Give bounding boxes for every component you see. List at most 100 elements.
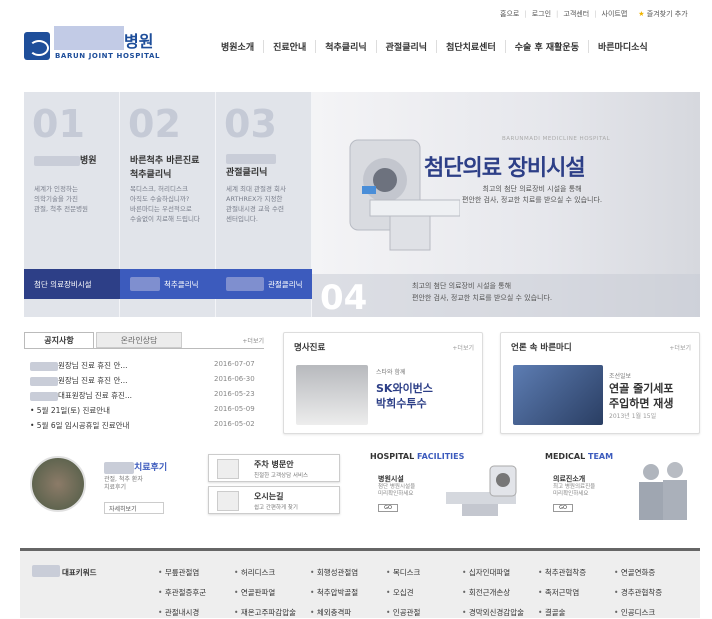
facilities-heading: HOSPITAL FACILITIES: [370, 452, 465, 461]
list-item[interactable]: • 5월 6일 임시공휴일 진료안내 2016-05-02: [24, 420, 264, 434]
nav-news[interactable]: 바른마디소식: [587, 40, 657, 53]
hero-num: 04: [320, 278, 368, 318]
doctor-avatar: [30, 456, 86, 512]
team-go-button[interactable]: GO: [553, 504, 573, 512]
tab-notice[interactable]: 공지사항: [24, 332, 94, 348]
keyword-link[interactable]: 인공디스크: [614, 607, 690, 618]
hero-subtitle: 최고의 첨단 의료장비 시설을 통해 편안한 검사, 정교한 치료를 받으실 수…: [462, 185, 603, 204]
home-link[interactable]: 홈으로: [500, 9, 519, 19]
keyword-section: 대표키워드 무릎관절염 허리디스크 회행성관절염 목디스크 십자인대파열 척추관…: [20, 548, 700, 618]
favorite-link[interactable]: ★ 즐겨찾기 추가: [638, 9, 687, 19]
review-title[interactable]: 치료후기: [104, 460, 167, 474]
directions-button[interactable]: 오시는길 쉽고 간편하게 찾기: [208, 486, 340, 514]
team-desc: 최고 병원의료진을 미리확인하세요: [553, 484, 596, 497]
hero-col-2[interactable]: 02 바른척추 바른진료 척추클리닉 목디스크, 허리디스크 아직도 수술하십니…: [120, 92, 216, 317]
keyword-link[interactable]: 경막외신경감압술: [462, 607, 538, 618]
utility-menu: 홈으로 | 로그인 | 고객센터 | 사이트맵 ★ 즐겨찾기 추가: [500, 9, 688, 19]
nav-spine[interactable]: 척추클리닉: [315, 40, 375, 53]
hero-tab-joint[interactable]: 관절클리닉: [216, 269, 312, 299]
press-date: 2013년 1월 15일: [609, 413, 657, 420]
keyword-link[interactable]: 경추관협착증: [614, 587, 690, 598]
logo-icon[interactable]: [24, 32, 50, 60]
nav-guide[interactable]: 진료안내: [263, 40, 315, 53]
hero-num: 03: [224, 102, 277, 146]
celebrity-more-link[interactable]: +더보기: [452, 343, 474, 352]
main-nav: 병원소개 진료안내 척추클리닉 관절클리닉 첨단치료센터 수술 후 재활운동 바…: [212, 40, 657, 53]
keyword-link[interactable]: 척추압박골절: [310, 587, 386, 598]
notice-more-link[interactable]: +더보기: [242, 336, 264, 345]
scanner-image: [446, 465, 517, 516]
keyword-link[interactable]: 목디스크: [386, 567, 462, 578]
notice-board: 공지사항 온라인상담 +더보기 원장님 진료 휴진 안... 2016-07-07…: [24, 332, 264, 442]
signpost-icon: [217, 491, 239, 511]
surgeons-image: [639, 462, 687, 520]
list-item[interactable]: 원장님 진료 휴진 안... 2016-07-07: [24, 360, 264, 374]
hero-main-slide[interactable]: BARUNMADI MEDICLINE HOSPITAL 첨단의료 장비시설 최…: [312, 92, 700, 318]
medical-team-section[interactable]: MEDICAL TEAM 의료진소개 최고 병원의료진을 미리확인하세요 GO: [545, 452, 705, 522]
list-item[interactable]: 원장님 진료 휴진 안... 2016-06-30: [24, 375, 264, 389]
keyword-link[interactable]: 허리디스크: [234, 567, 310, 578]
keyword-link[interactable]: 인공관절: [386, 607, 462, 618]
press-more-link[interactable]: +더보기: [669, 343, 691, 352]
celebrity-photo: [296, 365, 368, 425]
press-heading: 언론 속 바른마디: [511, 343, 572, 353]
hero-col-title: 바른척추 바른진료 척추클리닉: [130, 156, 200, 180]
keyword-link[interactable]: 재온고주파감압술: [234, 607, 310, 618]
hero-small-caption: BARUNMADI MEDICLINE HOSPITAL: [502, 136, 611, 142]
hero-num: 01: [32, 102, 85, 146]
press-source: 조선일보: [609, 373, 632, 380]
notice-divider: [24, 348, 264, 349]
keyword-link[interactable]: 무릎관절염: [158, 567, 234, 578]
hero-num: 02: [128, 102, 181, 146]
parking-button[interactable]: 주차 병문안 친절한 고객상담 서비스: [208, 454, 340, 482]
hero-col-desc: 목디스크, 허리디스크 아직도 수술하십니까? 바른마디는 우선적으로 수술없이…: [130, 185, 200, 223]
celebrity-box[interactable]: 명사진료 +더보기 스타와 함께 SK와이번스 박희수투수: [283, 332, 483, 434]
keyword-label: 대표키워드: [62, 568, 97, 577]
nav-joint[interactable]: 관절클리닉: [375, 40, 436, 53]
directions-sub: 쉽고 간편하게 찾기: [254, 505, 298, 511]
tab-consult[interactable]: 온라인상담: [96, 332, 182, 348]
hero-col-title: 병원: [34, 154, 97, 168]
list-item[interactable]: • 5월 21일(토) 진료안내 2016-05-09: [24, 405, 264, 419]
keyword-link[interactable]: 후관절증후군: [158, 587, 234, 598]
press-box[interactable]: 언론 속 바른마디 +더보기 조선일보 연골 줄기세포 주입하면 재생 2013…: [500, 332, 700, 434]
facilities-go-button[interactable]: GO: [378, 504, 398, 512]
celebrity-name: SK와이번스 박희수투수: [376, 382, 433, 410]
nav-advanced[interactable]: 첨단치료센터: [436, 40, 505, 53]
hero-col-desc: 세계가 인정하는 의학기술을 가진 관절, 척추 전문병원: [34, 185, 89, 213]
keyword-link[interactable]: 족저근막염: [538, 587, 614, 598]
keyword-grid: 무릎관절염 허리디스크 회행성관절염 목디스크 십자인대파열 척추관협착증 연골…: [158, 567, 690, 618]
facilities-desc: 첨단 병원시설을 미리확인하세요: [378, 484, 416, 497]
keyword-link[interactable]: 척추관협착증: [538, 567, 614, 578]
sitemap-link[interactable]: 사이트맵: [602, 9, 628, 19]
note-icon: [217, 459, 239, 479]
logo-text[interactable]: 병원: [124, 28, 153, 52]
customer-center-link[interactable]: 고객센터: [563, 9, 589, 19]
hero-banner: 01 병원 세계가 인정하는 의학기술을 가진 관절, 척추 전문병원 첨단 의…: [24, 92, 700, 318]
keyword-redacted: [32, 565, 60, 577]
review-detail-button[interactable]: 자세히보기: [104, 502, 164, 514]
nav-rehab[interactable]: 수술 후 재활운동: [504, 40, 588, 53]
keyword-link[interactable]: 십자인대파열: [462, 567, 538, 578]
nav-about[interactable]: 병원소개: [212, 40, 263, 53]
keyword-link[interactable]: 체외충격파: [310, 607, 386, 618]
facilities-section[interactable]: HOSPITAL FACILITIES 병원시설 첨단 병원시설을 미리확인하세…: [370, 452, 530, 522]
logo-english: BARUN JOINT HOSPITAL: [55, 52, 161, 60]
surgery-photo: [513, 365, 603, 425]
press-title: 연골 줄기세포 주입하면 재생: [609, 382, 674, 410]
hero-band-text: 최고의 첨단 의료장비 시설을 통해 편안한 검사, 정교한 치료를 받으실 수…: [412, 282, 553, 302]
hero-tab-spine[interactable]: 척추클리닉: [120, 269, 216, 299]
hero-tab-equipment[interactable]: 첨단 의료장비시설: [24, 269, 120, 299]
login-link[interactable]: 로그인: [532, 9, 551, 19]
keyword-link[interactable]: 관절내시경: [158, 607, 234, 618]
directions-label: 오시는길: [254, 492, 284, 501]
keyword-link[interactable]: 오십견: [386, 587, 462, 598]
hero-col-3[interactable]: 03 관절클리닉 세계 최대 관절경 회사 ARTHREX가 지정한 관절내시경…: [216, 92, 312, 317]
keyword-link[interactable]: 연골판파열: [234, 587, 310, 598]
keyword-link[interactable]: 회전근개손상: [462, 587, 538, 598]
list-item[interactable]: 대표원장님 진료 휴진... 2016-05-23: [24, 390, 264, 404]
hero-col-1[interactable]: 01 병원 세계가 인정하는 의학기술을 가진 관절, 척추 전문병원 첨단 의…: [24, 92, 120, 317]
keyword-link[interactable]: 연골연화증: [614, 567, 690, 578]
keyword-link[interactable]: 결골술: [538, 607, 614, 618]
keyword-link[interactable]: 회행성관절염: [310, 567, 386, 578]
